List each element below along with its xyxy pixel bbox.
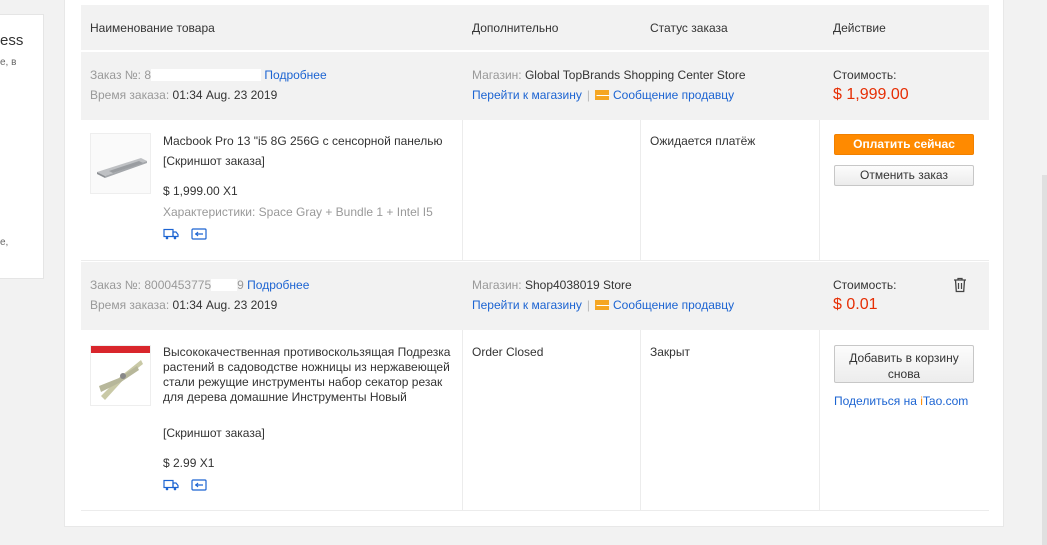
order-snapshot-link[interactable]: [Скриншот заказа] — [163, 154, 265, 168]
column-divider — [462, 120, 463, 260]
side-panel-text-fragment-2: е, — [0, 237, 9, 248]
order-header: Заказ №: 8000453775 9 Подробнее Время зак… — [81, 262, 989, 330]
delete-order-trash-icon[interactable] — [953, 277, 967, 293]
order-time-value: 01:34 Aug. 23 2019 — [172, 298, 278, 312]
order-number-label: Заказ №: — [90, 68, 142, 82]
order-number-value: 8000453775 — [144, 278, 212, 292]
add-to-cart-again-button[interactable]: Добавить в корзину снова — [834, 345, 974, 383]
shipping-truck-icon[interactable] — [163, 479, 179, 491]
column-extra: Дополнительно — [472, 21, 559, 35]
side-panel-text-fragment: е, в — [0, 57, 17, 68]
link-separator: | — [586, 88, 590, 102]
order-number-tail: 9 — [237, 278, 244, 292]
store-label: Магазин: — [472, 68, 522, 82]
order-cost-value: $ 0.01 — [833, 296, 878, 313]
redacted-order-number — [211, 279, 238, 291]
order-status: Ожидается платёж — [650, 134, 756, 148]
product-specs: Характеристики: Space Gray + Bundle 1 + … — [163, 205, 433, 219]
order-status: Закрыт — [650, 345, 690, 359]
table-header: Наименование товара Дополнительно Статус… — [81, 5, 989, 50]
go-to-store-link[interactable]: Перейти к магазину — [472, 298, 582, 312]
extra-info: Order Closed — [472, 345, 544, 359]
store-name: Global TopBrands Shopping Center Store — [524, 68, 746, 82]
order-number-value: 8 — [144, 68, 152, 82]
store-label: Магазин: — [472, 278, 522, 292]
link-separator: | — [586, 298, 590, 312]
order-time-label: Время заказа: — [90, 298, 170, 312]
side-panel-title-fragment: ess — [0, 32, 24, 49]
order-time-value: 01:34 Aug. 23 2019 — [172, 88, 278, 102]
order-item-row: Высококачественная противоскользящая Под… — [81, 330, 989, 511]
left-side-panel: ess е, в е, — [0, 14, 44, 279]
order-time-label: Время заказа: — [90, 88, 170, 102]
column-divider — [462, 330, 463, 510]
column-divider — [819, 330, 820, 510]
store-name: Shop4038019 Store — [524, 278, 632, 292]
product-name-link[interactable]: Высококачественная противоскользящая Под… — [163, 345, 450, 404]
column-product-name: Наименование товара — [90, 21, 215, 35]
price-quantity: $ 1,999.00 X1 — [163, 184, 238, 198]
scrollbar-track[interactable] — [1042, 175, 1047, 545]
price-quantity: $ 2.99 X1 — [163, 456, 215, 470]
mail-icon — [595, 90, 610, 100]
column-divider — [819, 120, 820, 260]
itao-brand-rest: Tao.com — [922, 394, 969, 408]
cost-label: Стоимость: — [833, 278, 897, 292]
order-item-row: Macbook Pro 13 "i5 8G 256G с сенсорной п… — [81, 120, 989, 261]
invoice-receipt-icon[interactable] — [191, 228, 207, 240]
share-prefix: Поделиться на — [834, 394, 921, 408]
order-snapshot-link[interactable]: [Скриншот заказа] — [163, 426, 265, 440]
cancel-order-button[interactable]: Отменить заказ — [834, 165, 974, 186]
column-action: Действие — [833, 21, 886, 35]
order-cost-value: $ 1,999.00 — [833, 86, 909, 103]
orders-table: Наименование товара Дополнительно Статус… — [64, 0, 1004, 527]
invoice-receipt-icon[interactable] — [191, 479, 207, 491]
shipping-truck-icon[interactable] — [163, 228, 179, 240]
product-thumbnail-pruner[interactable] — [90, 345, 151, 406]
product-name-link[interactable]: Macbook Pro 13 "i5 8G 256G с сенсорной п… — [163, 134, 442, 148]
message-seller-link[interactable]: Сообщение продавцу — [613, 298, 734, 312]
column-divider — [640, 120, 641, 260]
cost-label: Стоимость: — [833, 68, 897, 82]
share-on-itao-link[interactable]: Поделиться на iTao.com — [834, 394, 968, 408]
order-header: Заказ №: 8 Подробнее Время заказа: 01:34… — [81, 52, 989, 120]
redacted-order-number — [151, 69, 262, 81]
order-number-label: Заказ №: — [90, 278, 142, 292]
mail-icon — [595, 300, 610, 310]
column-divider — [640, 330, 641, 510]
order-details-link[interactable]: Подробнее — [264, 68, 326, 82]
go-to-store-link[interactable]: Перейти к магазину — [472, 88, 582, 102]
column-order-status: Статус заказа — [650, 21, 728, 35]
product-thumbnail-laptop[interactable] — [90, 133, 151, 194]
pay-now-button[interactable]: Оплатить сейчас — [834, 134, 974, 155]
order-details-link[interactable]: Подробнее — [247, 278, 309, 292]
message-seller-link[interactable]: Сообщение продавцу — [613, 88, 734, 102]
